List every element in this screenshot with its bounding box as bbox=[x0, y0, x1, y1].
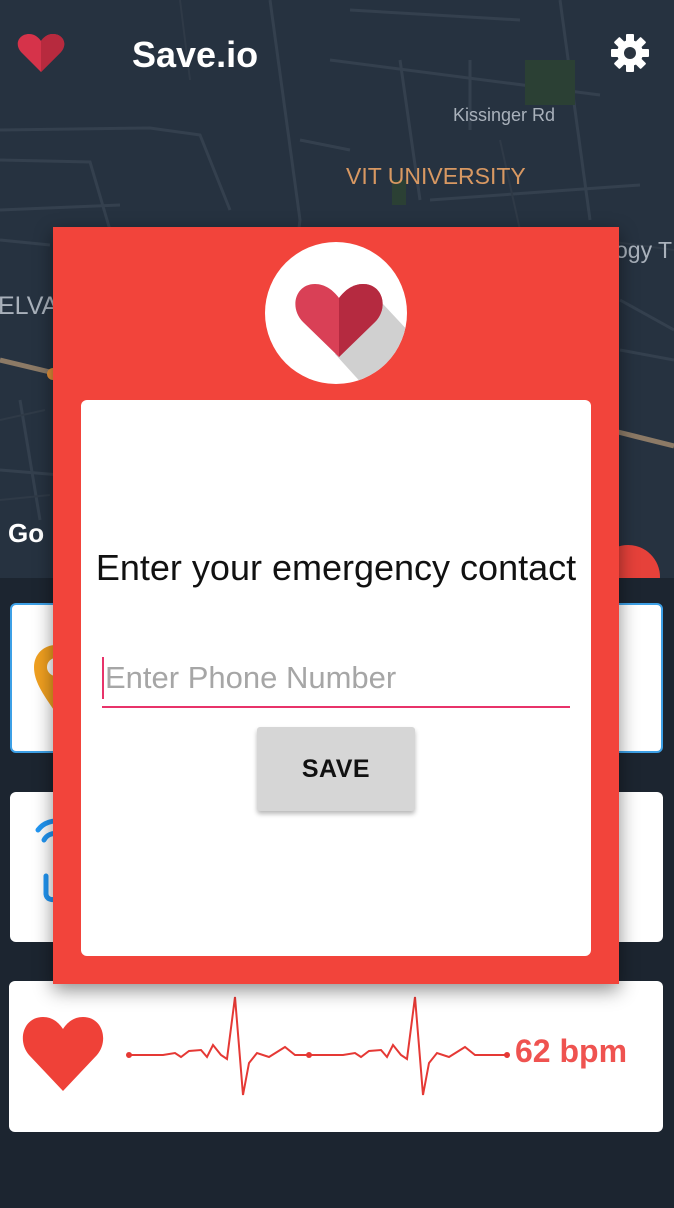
heart-icon bbox=[17, 34, 65, 72]
heart-rate-card[interactable]: 62 bpm bbox=[9, 981, 663, 1132]
app-bar: Save.io bbox=[0, 0, 674, 108]
ecg-waveform bbox=[126, 996, 510, 1096]
phone-number-input[interactable] bbox=[102, 656, 570, 708]
map-label-kissinger-rd: Kissinger Rd bbox=[453, 105, 556, 125]
save-button[interactable]: SAVE bbox=[257, 727, 415, 811]
map-label-vit-university: VIT UNIVERSITY bbox=[346, 163, 526, 189]
heart-icon bbox=[295, 284, 407, 384]
heart-icon bbox=[22, 1017, 104, 1091]
dialog-content: Enter your emergency contact SAVE bbox=[81, 400, 591, 956]
text-cursor bbox=[102, 657, 104, 699]
dialog-heart-badge bbox=[265, 242, 407, 384]
map-label-elva: ELVA bbox=[0, 292, 59, 320]
map-label-technology: ogy T bbox=[615, 237, 673, 263]
app-screen: Kissinger Rd VIT UNIVERSITY ogy T ELVA G… bbox=[0, 0, 674, 1208]
emergency-contact-dialog: Enter your emergency contact SAVE bbox=[53, 227, 619, 984]
app-title: Save.io bbox=[132, 34, 259, 75]
map-attribution-logo: Go bbox=[8, 518, 45, 548]
gear-icon[interactable] bbox=[610, 33, 650, 73]
heart-rate-value: 62 bpm bbox=[515, 1033, 628, 1069]
dialog-prompt-text: Enter your emergency contact bbox=[95, 547, 577, 588]
